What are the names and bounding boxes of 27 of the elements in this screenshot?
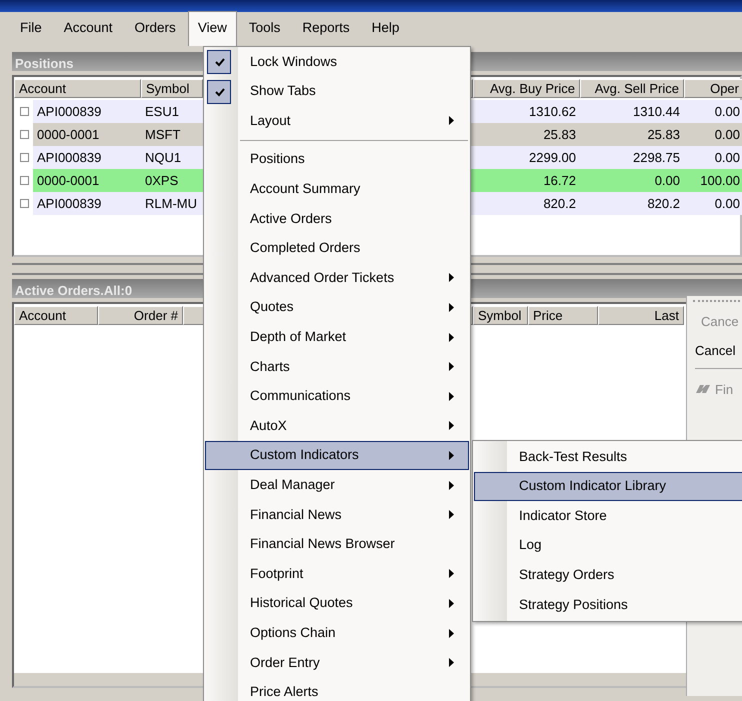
table-cell-text: 25.83 <box>542 126 577 144</box>
panel-title: Active Orders.All:0 <box>15 283 132 298</box>
table-cell-text: MSFT <box>144 126 182 144</box>
table-cell-text: 1310.44 <box>632 102 681 121</box>
panel-title: Positions <box>15 56 74 71</box>
table-cell-text: 820.2 <box>542 194 577 213</box>
table-cell-text: 25.83 <box>646 126 681 144</box>
table-cell-text: 1310.62 <box>528 102 577 121</box>
table-cell-text: NQU1 <box>144 148 182 167</box>
table-cell-text: 0000-0001 <box>36 126 100 144</box>
table-cell-text: 0.00 <box>714 126 741 144</box>
table-cell-text: API000839 <box>36 148 102 167</box>
table-cell-text: RLM-MU <box>144 194 198 213</box>
table-cell-text: 0.00 <box>714 148 741 167</box>
table-cell-text: 820.2 <box>646 194 681 213</box>
table-cell-text: API000839 <box>36 194 102 213</box>
table-cell-text: 16.72 <box>542 172 577 190</box>
table-cell-text: 0.00 <box>654 172 681 190</box>
table-cell-text: 0.00 <box>714 194 741 213</box>
table-cell-text: API000839 <box>36 102 102 121</box>
table-cell-text: 2299.00 <box>528 148 577 167</box>
table-cell-text: ESU1 <box>144 102 180 121</box>
table-cell-text: 2298.75 <box>632 148 681 167</box>
table-cell-text: 100.00 <box>699 172 741 190</box>
table-cell-text: 0000-0001 <box>36 172 100 190</box>
table-cell-text: 0XPS <box>144 172 180 190</box>
table-cell-text: 0.00 <box>714 102 741 121</box>
